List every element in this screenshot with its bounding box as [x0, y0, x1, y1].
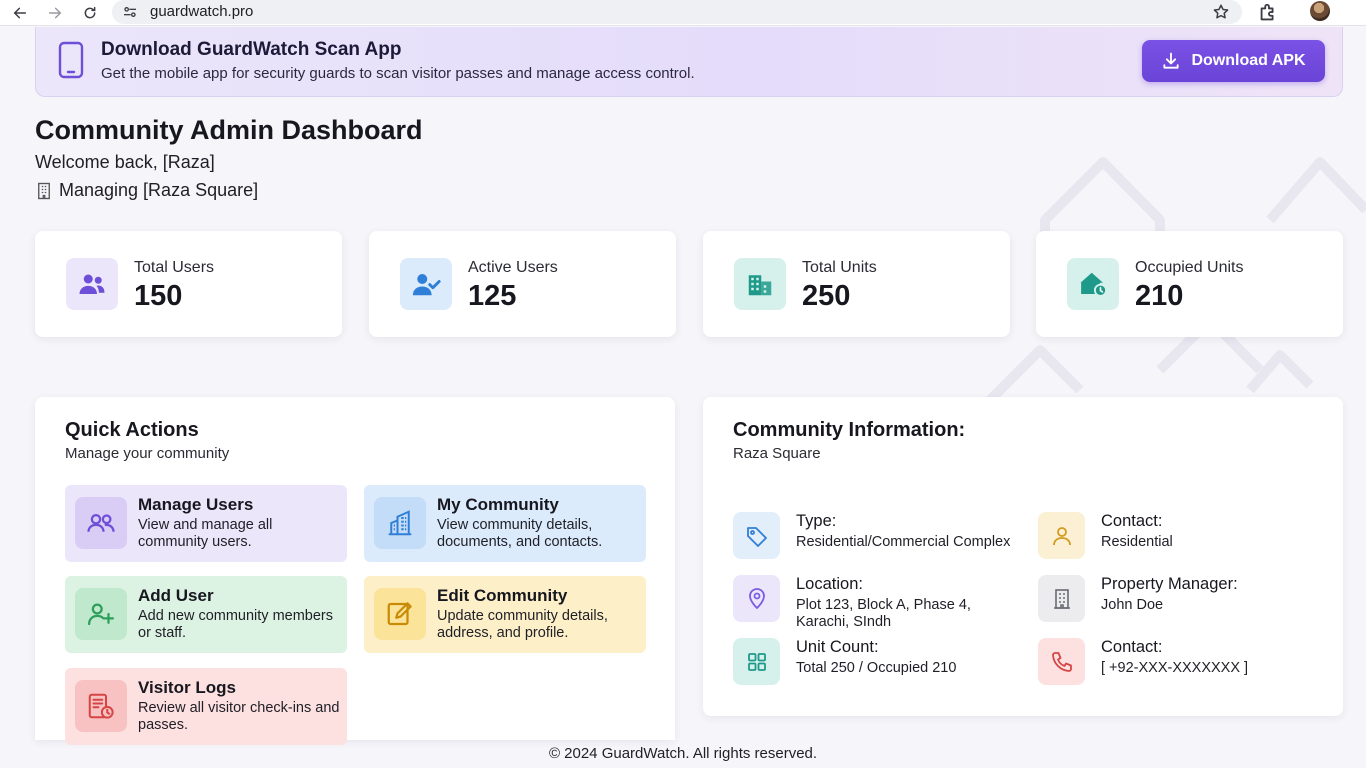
banner-title: Download GuardWatch Scan App	[101, 39, 402, 60]
download-icon	[1163, 52, 1180, 69]
action-title: Edit Community	[437, 586, 568, 605]
building-icon	[38, 182, 50, 199]
smartphone-icon	[58, 41, 84, 79]
my-community-action[interactable]: My Community View community details, doc…	[364, 485, 646, 562]
download-apk-button[interactable]: Download APK	[1142, 40, 1325, 82]
info-type: Type: Residential/Commercial Complex	[733, 512, 1023, 562]
action-title: My Community	[437, 495, 559, 514]
edit-icon	[387, 602, 412, 626]
managing-text: Managing [Raza Square]	[59, 180, 259, 200]
action-title: Manage Users	[138, 495, 254, 514]
info-value: John Doe	[1101, 597, 1164, 613]
home-clock-icon	[1080, 272, 1108, 297]
footer-copyright: © 2024 GuardWatch. All rights reserved.	[548, 745, 818, 762]
profile-avatar[interactable]	[1310, 1, 1330, 21]
welcome-message: Welcome back, [Raza]	[35, 152, 215, 172]
banner-description: Get the mobile app for security guards t…	[101, 65, 695, 82]
tag-icon	[746, 526, 767, 547]
community-info-title: Community Information:	[733, 419, 966, 441]
stat-value: 250	[802, 280, 851, 312]
community-info-subtitle: Raza Square	[733, 445, 821, 462]
building-icon	[748, 275, 772, 296]
browser-toolbar: guardwatch.pro	[0, 0, 1366, 26]
users-icon	[79, 274, 105, 294]
quick-actions-subtitle: Manage your community	[65, 445, 230, 462]
info-label: Type:	[796, 512, 837, 530]
address-bar[interactable]: guardwatch.pro	[112, 0, 1242, 24]
location-pin-icon	[748, 587, 765, 609]
stat-label: Total Users	[134, 259, 215, 276]
action-description: View community details, documents, and c…	[437, 517, 603, 550]
info-value: Plot 123, Block A, Phase 4, Karachi, SIn…	[796, 597, 971, 630]
stat-value: 150	[134, 280, 183, 312]
page-title: Community Admin Dashboard	[35, 115, 423, 145]
forward-arrow-icon[interactable]	[44, 2, 66, 24]
quick-actions-panel: Quick Actions Manage your community Mana…	[35, 397, 675, 745]
site-settings-icon[interactable]	[122, 4, 138, 20]
action-description: Update community details, address, and p…	[437, 608, 608, 641]
info-label: Unit Count:	[796, 638, 879, 656]
stat-card-occupied-units: Occupied Units 210	[1036, 231, 1343, 337]
visitor-logs-action[interactable]: Visitor Logs Review all visitor check-in…	[65, 668, 347, 745]
user-plus-icon	[88, 603, 114, 626]
info-contact-phone: Contact: [ +92-XXX-XXXXXXX ]	[1038, 638, 1328, 688]
city-icon	[388, 510, 412, 536]
action-title: Add User	[138, 586, 214, 605]
stat-value: 125	[468, 280, 517, 312]
managing-community: Managing [Raza Square]	[35, 180, 258, 201]
extensions-icon[interactable]	[1257, 2, 1279, 24]
info-label: Contact:	[1101, 638, 1163, 656]
info-label: Location:	[796, 575, 863, 593]
stat-card-active-users: Active Users 125	[369, 231, 676, 337]
info-value: Residential	[1101, 534, 1173, 550]
app-download-banner: Download GuardWatch Scan App Get the mob…	[35, 27, 1343, 97]
info-label: Contact:	[1101, 512, 1163, 530]
info-location: Location: Plot 123, Block A, Phase 4, Ka…	[733, 575, 1023, 630]
back-arrow-icon[interactable]	[9, 2, 31, 24]
grid-icon	[747, 652, 766, 671]
info-property-manager: Property Manager: John Doe	[1038, 575, 1328, 625]
info-value: Total 250 / Occupied 210	[796, 660, 957, 676]
stat-label: Total Units	[802, 259, 877, 276]
log-clock-icon	[88, 693, 114, 719]
quick-actions-title: Quick Actions	[65, 419, 199, 441]
phone-icon	[1051, 651, 1072, 672]
stat-value: 210	[1135, 280, 1184, 312]
action-description: Add new community members or staff.	[138, 608, 334, 641]
reload-icon[interactable]	[79, 2, 101, 24]
info-value: Residential/Commercial Complex	[796, 534, 1011, 550]
office-building-icon	[1053, 588, 1070, 609]
info-value: [ +92-XXX-XXXXXXX ]	[1101, 660, 1249, 676]
stat-label: Occupied Units	[1135, 259, 1244, 276]
info-contact-type: Contact: Residential	[1038, 512, 1328, 562]
community-information-panel: Community Information: Raza Square Type:…	[703, 397, 1343, 716]
add-user-action[interactable]: Add User Add new community members or st…	[65, 576, 347, 653]
info-label: Property Manager:	[1101, 575, 1238, 593]
edit-community-action[interactable]: Edit Community Update community details,…	[364, 576, 646, 653]
stat-card-total-units: Total Units 250	[703, 231, 1010, 337]
manage-users-action[interactable]: Manage Users View and manage all communi…	[65, 485, 347, 562]
info-unit-count: Unit Count: Total 250 / Occupied 210	[733, 638, 1023, 688]
user-check-icon	[412, 274, 441, 296]
person-icon	[1052, 526, 1071, 545]
url-text[interactable]: guardwatch.pro	[150, 3, 253, 20]
action-title: Visitor Logs	[138, 678, 236, 697]
download-apk-label: Download APK	[1191, 52, 1306, 69]
bookmark-star-icon[interactable]	[1212, 3, 1230, 21]
stat-label: Active Users	[468, 259, 558, 276]
action-description: View and manage all community users.	[138, 517, 273, 550]
action-description: Review all visitor check-ins and passes.	[138, 700, 340, 733]
stat-card-total-users: Total Users 150	[35, 231, 342, 337]
users-icon	[87, 513, 115, 532]
